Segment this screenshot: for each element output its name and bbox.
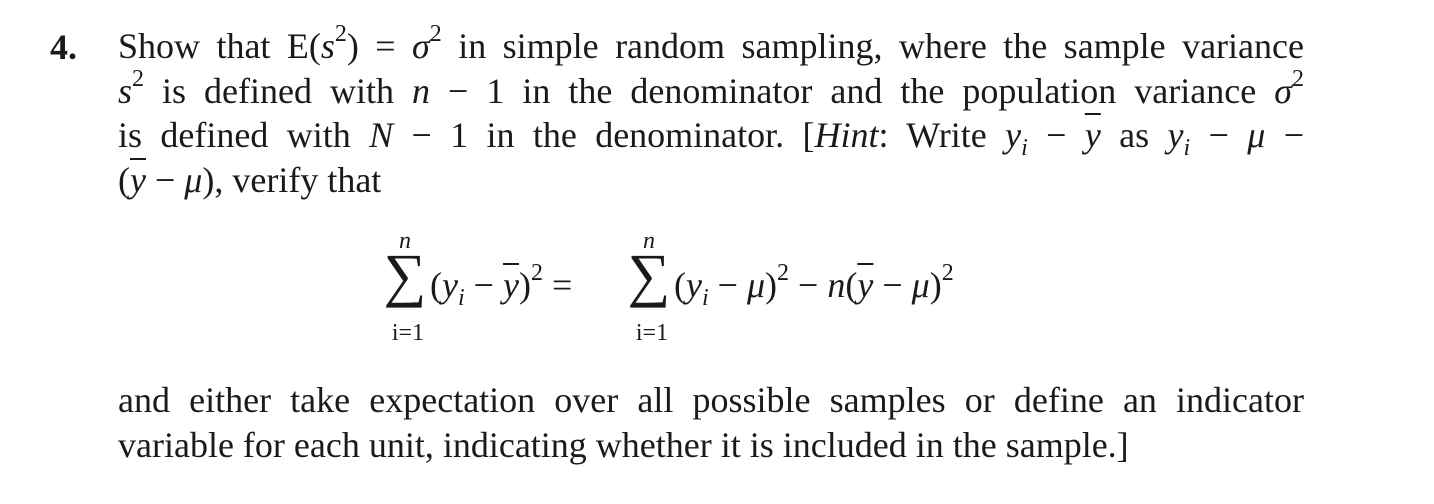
text: − — [145, 159, 185, 200]
text: is defined with — [144, 70, 413, 111]
exponent: 2 — [777, 260, 790, 286]
text: ( — [118, 159, 130, 200]
sigma-symbol: ∑ — [627, 242, 671, 308]
text: : Write — [878, 115, 1006, 155]
exponent: 2 — [530, 260, 543, 286]
text: Show that E( — [118, 26, 321, 66]
var-s: s — [320, 26, 335, 66]
var-y: y — [442, 265, 458, 305]
sum-lower-limit: i=1 — [635, 320, 669, 346]
subscript-i: i — [701, 285, 709, 312]
statement-line-3: is defined with N − 1 in the denominator… — [118, 113, 1304, 162]
exponent: 2 — [334, 21, 347, 47]
text: as — [1100, 115, 1168, 155]
var-mu: μ — [746, 265, 766, 305]
text: ( — [674, 265, 686, 305]
text: − — [708, 265, 747, 305]
var-N: N — [369, 115, 394, 155]
subscript-i: i — [1021, 135, 1028, 162]
problem-statement: Show that E(s2) = σ2 in simple random sa… — [118, 21, 1304, 203]
text: − — [1265, 115, 1304, 155]
subscript-i: i — [457, 285, 465, 312]
text: is defined with — [118, 115, 370, 155]
statement-line-4: (y − μ), verify that — [118, 158, 1304, 203]
var-y: y — [1167, 115, 1184, 155]
text: ), verify that — [202, 159, 382, 200]
var-n: n — [827, 265, 846, 305]
text: ( — [845, 265, 858, 305]
rhs-term: (yi − μ)2 − n(y − μ)2 — [674, 261, 954, 310]
var-ybar: y — [857, 265, 874, 305]
closing-statement: and either take expectation over all pos… — [118, 378, 1304, 467]
lhs-term: (yi − y)2 = — [430, 261, 573, 310]
var-sigma: σ — [412, 26, 430, 66]
closing-line-2: variable for each unit, indicating wheth… — [118, 424, 1129, 465]
text: ) = — [346, 26, 413, 66]
exponent: 2 — [132, 65, 145, 92]
var-s: s — [118, 70, 133, 111]
text: − — [873, 265, 912, 305]
text: − 1 in the denominator. [ — [393, 115, 815, 155]
sum-lower-limit: i=1 — [391, 320, 425, 346]
text: − — [1190, 115, 1248, 155]
exponent: 2 — [941, 260, 954, 286]
exponent: 2 — [1292, 65, 1304, 92]
var-n: n — [412, 70, 431, 111]
var-y: y — [686, 265, 702, 305]
var-mu: μ — [184, 159, 203, 200]
text: − — [464, 265, 503, 305]
var-y: y — [1005, 115, 1022, 155]
var-ybar: y — [1084, 115, 1101, 155]
problem-number: 4. — [50, 27, 77, 67]
var-ybar: y — [130, 159, 146, 200]
hint-label: Hint — [814, 115, 879, 155]
text: in simple random sampling, where the sam… — [441, 26, 1304, 66]
text: − — [1027, 115, 1085, 155]
closing-line-1: and either take expectation over all pos… — [118, 380, 1304, 420]
statement-line-2: s2 is defined with n − 1 in the denomina… — [118, 65, 1304, 114]
var-mu: μ — [911, 265, 930, 305]
text: ) — [765, 265, 778, 305]
statement-line-1: Show that E(s2) = σ2 in simple random sa… — [118, 21, 1304, 69]
var-mu: μ — [1247, 115, 1266, 155]
text: ( — [430, 265, 442, 305]
var-sigma: σ — [1274, 70, 1292, 111]
text: − 1 in the denominator and the populatio… — [430, 70, 1275, 111]
text: ) — [929, 265, 942, 305]
equals: = — [542, 265, 573, 305]
text: ) — [518, 265, 531, 305]
sigma-symbol: ∑ — [383, 242, 427, 308]
var-ybar: y — [502, 265, 519, 305]
exponent: 2 — [429, 21, 442, 47]
text: − — [789, 265, 828, 305]
